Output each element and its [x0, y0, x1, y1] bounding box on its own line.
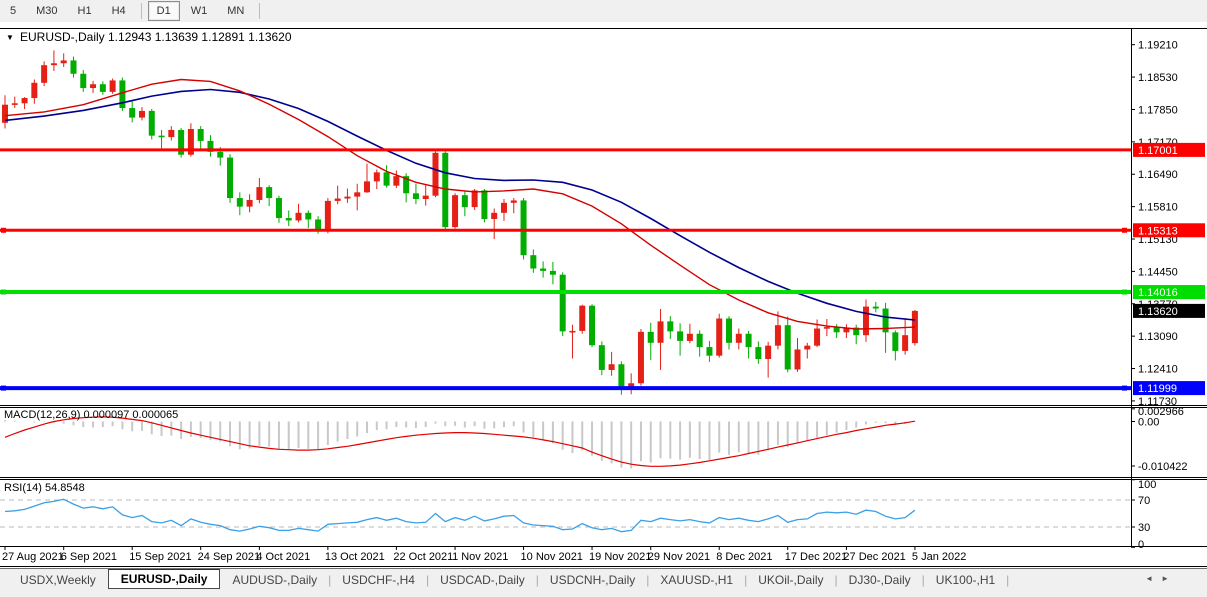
timeframe-button-h4[interactable]: H4	[103, 1, 135, 21]
toolbar-separator	[259, 3, 261, 19]
svg-text:19 Nov 2021: 19 Nov 2021	[589, 551, 651, 563]
timeframe-toolbar: 5 M30 H1 H4 D1 W1 MN	[0, 0, 1207, 23]
svg-text:RSI(14) 54.8548: RSI(14) 54.8548	[4, 482, 85, 494]
chart-tab-bar: USDX,Weekly EURUSD-,Daily AUDUSD-,Daily |…	[0, 568, 1207, 591]
svg-text:22 Oct 2021: 22 Oct 2021	[393, 551, 453, 563]
svg-text:1.13090: 1.13090	[1138, 331, 1178, 343]
svg-text:5 Jan 2022: 5 Jan 2022	[912, 551, 966, 563]
timeframe-button-mn[interactable]: MN	[218, 1, 253, 21]
timeframe-button-5[interactable]: 5	[1, 1, 25, 21]
tab-usdcnh-daily[interactable]: USDCNH-,Daily	[540, 570, 645, 590]
timeframe-button-h1[interactable]: H1	[69, 1, 101, 21]
tab-usdcad-daily[interactable]: USDCAD-,Daily	[430, 570, 535, 590]
svg-text:1.16490: 1.16490	[1138, 169, 1178, 181]
chart-area[interactable]: 1.19210 1.18530 1.17850 1.17170 1.16490 1.158…	[0, 22, 1207, 568]
svg-text:13 Oct 2021: 13 Oct 2021	[325, 551, 385, 563]
tab-scroll-arrows: ◄►	[1145, 574, 1177, 583]
svg-text:1.13620: 1.13620	[1138, 306, 1178, 318]
tab-uk100-h1[interactable]: UK100-,H1	[926, 570, 1005, 590]
rsi-label: RSI(14) 54.8548	[4, 482, 85, 494]
status-strip	[0, 590, 1207, 597]
trading-app-window: 5 M30 H1 H4 D1 W1 MN 1.19210 1.18530 1.17850 1.17…	[0, 0, 1207, 597]
toolbar-separator	[140, 3, 142, 19]
svg-text:1.15313: 1.15313	[1138, 225, 1178, 237]
svg-text:▼: ▼	[6, 33, 14, 42]
timeframe-button-m30[interactable]: M30	[27, 1, 66, 21]
tab-ukoil-daily[interactable]: UKOil-,Daily	[748, 570, 833, 590]
svg-text:1.18530: 1.18530	[1138, 72, 1178, 84]
svg-text:24 Sep 2021: 24 Sep 2021	[198, 551, 260, 563]
svg-text:1 Nov 2021: 1 Nov 2021	[452, 551, 508, 563]
svg-text:1.14016: 1.14016	[1138, 287, 1178, 299]
svg-text:1.14450: 1.14450	[1138, 266, 1178, 278]
tab-usdx-weekly[interactable]: USDX,Weekly	[10, 570, 106, 590]
svg-text:30: 30	[1138, 522, 1150, 534]
svg-text:70: 70	[1138, 495, 1150, 507]
tab-usdchf-h4[interactable]: USDCHF-,H4	[332, 570, 425, 590]
svg-text:8 Dec 2021: 8 Dec 2021	[716, 551, 772, 563]
tab-eurusd-daily[interactable]: EURUSD-,Daily	[107, 569, 221, 589]
svg-text:1.15810: 1.15810	[1138, 202, 1178, 214]
svg-text:0.00: 0.00	[1138, 417, 1159, 429]
svg-text:1.19210: 1.19210	[1138, 40, 1178, 52]
svg-text:1.17850: 1.17850	[1138, 104, 1178, 116]
svg-text:1.17001: 1.17001	[1138, 145, 1178, 157]
timeframe-button-d1[interactable]: D1	[147, 1, 180, 21]
svg-text:6 Sep 2021: 6 Sep 2021	[61, 551, 117, 563]
svg-text:4 Oct 2021: 4 Oct 2021	[256, 551, 310, 563]
tab-audusd-daily[interactable]: AUDUSD-,Daily	[222, 570, 327, 590]
tab-xauusd-h1[interactable]: XAUUSD-,H1	[650, 570, 743, 590]
svg-text:27 Dec 2021: 27 Dec 2021	[843, 551, 905, 563]
svg-text:10 Nov 2021: 10 Nov 2021	[521, 551, 583, 563]
svg-text:0: 0	[1138, 539, 1144, 551]
svg-text:15 Sep 2021: 15 Sep 2021	[129, 551, 191, 563]
tab-scroll-right-icon[interactable]: ►	[1161, 574, 1177, 583]
svg-text:1.11999: 1.11999	[1138, 383, 1177, 395]
svg-text:29 Nov 2021: 29 Nov 2021	[648, 551, 710, 563]
tab-dj30-daily[interactable]: DJ30-,Daily	[839, 570, 921, 590]
svg-text:1.12410: 1.12410	[1138, 364, 1178, 376]
tab-scroll-left-icon[interactable]: ◄	[1145, 574, 1161, 583]
svg-text:100: 100	[1138, 479, 1156, 491]
svg-text:MACD(12,26,9) 0.000097 0.00006: MACD(12,26,9) 0.000097 0.000065	[4, 409, 178, 421]
timeframe-button-w1[interactable]: W1	[182, 1, 217, 21]
svg-text:17 Dec 2021: 17 Dec 2021	[785, 551, 847, 563]
chart-title: ▼ EURUSD-,Daily 1.12943 1.13639 1.12891 1…	[6, 30, 292, 44]
svg-text:EURUSD-,Daily 1.12943 1.13639: EURUSD-,Daily 1.12943 1.13639 1.12891 1.…	[20, 30, 292, 44]
macd-label: MACD(12,26,9) 0.000097 0.000065	[4, 409, 178, 421]
svg-text:27 Aug 2021: 27 Aug 2021	[2, 551, 64, 563]
price-chart-svg[interactable]: 1.192101.185301.178501.171701.164901.158…	[0, 22, 1207, 568]
tab-separator: |	[1006, 573, 1010, 587]
svg-text:-0.010422: -0.010422	[1138, 461, 1188, 473]
